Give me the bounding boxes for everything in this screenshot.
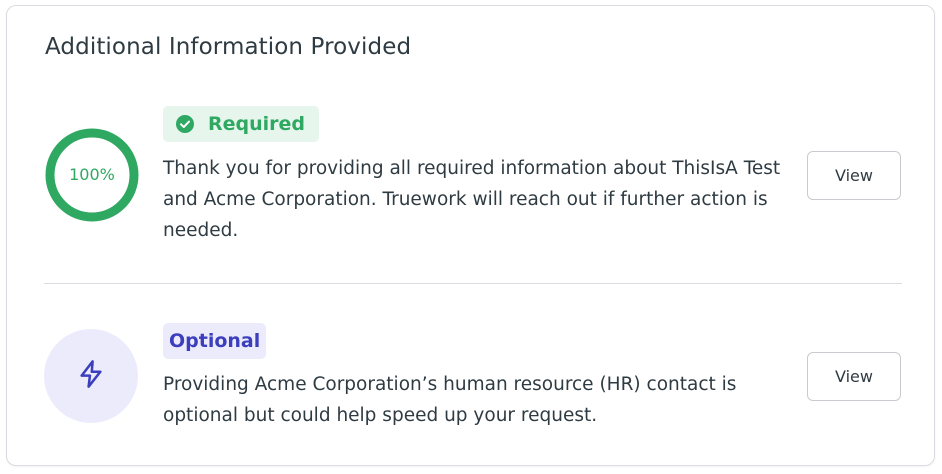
required-badge-label: Required bbox=[208, 113, 306, 135]
view-optional-button[interactable]: View bbox=[807, 352, 901, 401]
required-badge: Required bbox=[163, 106, 320, 142]
optional-badge: Optional bbox=[163, 323, 267, 359]
additional-information-card: Additional Information Provided 100% Req… bbox=[6, 5, 935, 466]
required-description: Thank you for providing all required inf… bbox=[163, 158, 781, 241]
check-circle-icon bbox=[176, 115, 194, 133]
card-title: Additional Information Provided bbox=[45, 34, 412, 60]
view-required-button[interactable]: View bbox=[807, 151, 901, 200]
lightning-bolt-icon bbox=[75, 358, 107, 394]
section-divider bbox=[44, 283, 902, 284]
optional-badge-label: Optional bbox=[169, 330, 261, 352]
progress-ring: 100% bbox=[45, 128, 139, 222]
progress-percent-label: 100% bbox=[69, 165, 115, 184]
optional-icon-circle bbox=[44, 329, 138, 423]
optional-description: Providing Acme Corporation’s human resou… bbox=[163, 374, 737, 426]
